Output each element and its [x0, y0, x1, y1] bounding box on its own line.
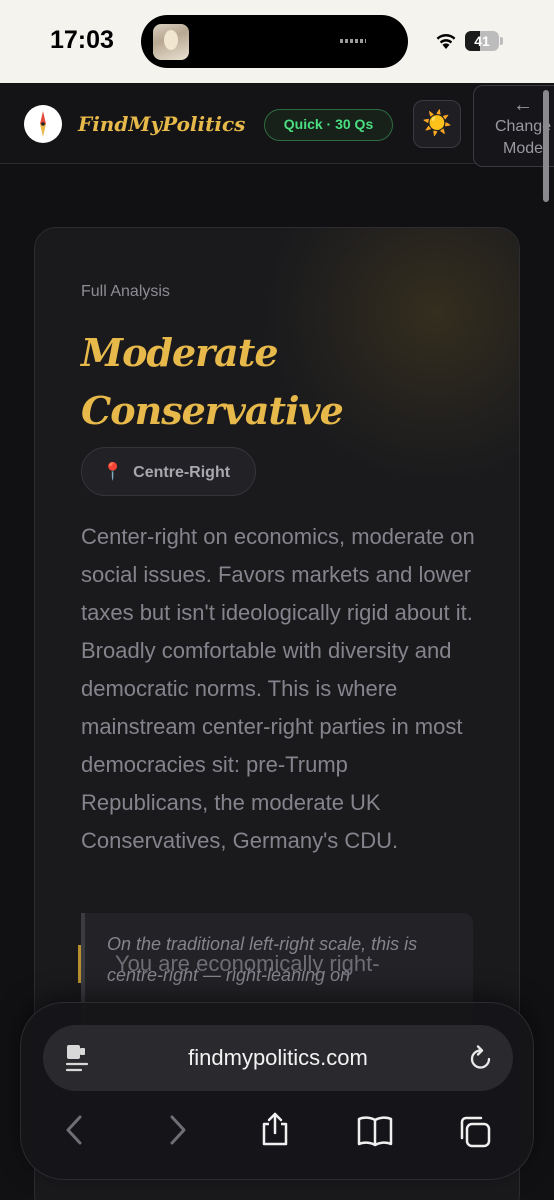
- economic-summary: You are economically right-: [78, 945, 458, 983]
- sun-icon: ☀️: [422, 110, 452, 137]
- battery-level: 41: [474, 33, 490, 49]
- back-arrow-icon: ←: [513, 94, 533, 116]
- position-badge: 📍 Centre-Right: [81, 447, 256, 496]
- page-scrollbar[interactable]: [543, 90, 549, 202]
- result-description: Center-right on economics, moderate on s…: [81, 524, 475, 853]
- now-playing-thumbnail: [153, 24, 189, 60]
- tabs-icon[interactable]: [457, 1114, 493, 1150]
- battery-icon: 41: [465, 31, 503, 51]
- pin-icon: 📍: [102, 462, 124, 481]
- bookmarks-icon[interactable]: [356, 1115, 394, 1147]
- audio-waveform-icon: [340, 39, 366, 43]
- address-bar[interactable]: findmypolitics.com: [43, 1025, 513, 1091]
- ios-status-bar: 17:03 41: [0, 0, 554, 83]
- status-time: 17:03: [50, 26, 114, 54]
- url-text[interactable]: findmypolitics.com: [43, 1025, 513, 1091]
- back-chevron-icon[interactable]: [65, 1115, 85, 1145]
- app-header: FindMyPolitics Quick · 30 Qs ☀️ ← Change…: [0, 83, 554, 167]
- compass-logo-icon[interactable]: [24, 105, 62, 143]
- forward-chevron-icon[interactable]: [167, 1115, 187, 1145]
- reader-mode-icon[interactable]: [65, 1043, 91, 1073]
- brand-name[interactable]: FindMyPolitics: [78, 112, 245, 136]
- browser-toolbar: findmypolitics.com: [20, 1002, 534, 1180]
- analysis-eyebrow: Full Analysis: [81, 283, 170, 300]
- wifi-icon: [436, 33, 456, 49]
- battery-cap: [500, 37, 503, 45]
- reload-icon[interactable]: [469, 1045, 493, 1071]
- theme-toggle-button[interactable]: ☀️: [413, 100, 461, 148]
- change-mode-button[interactable]: ← Change Mode: [473, 85, 554, 167]
- share-icon[interactable]: [259, 1111, 291, 1147]
- position-label: Centre-Right: [133, 464, 231, 481]
- quiz-mode-pill: Quick · 30 Qs: [264, 109, 393, 141]
- compass-needle-icon: [40, 111, 46, 137]
- dynamic-island[interactable]: [141, 15, 408, 68]
- result-title: Moderate Conservative: [81, 330, 344, 433]
